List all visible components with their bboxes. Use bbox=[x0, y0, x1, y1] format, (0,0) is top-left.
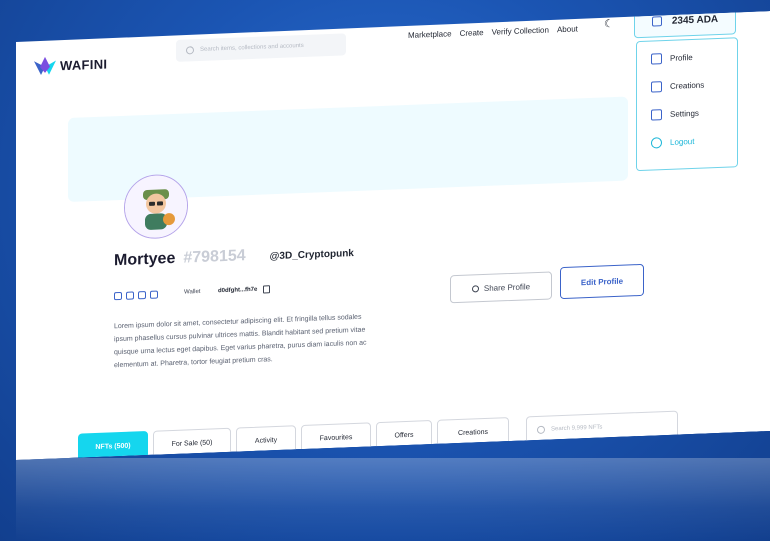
dropdown-item-settings[interactable]: Settings bbox=[651, 108, 699, 121]
nft-search-placeholder: Search 9,999 NFTs bbox=[551, 424, 603, 433]
tab-favourites[interactable]: Favourites bbox=[301, 422, 371, 453]
dropdown-item-logout[interactable]: Logout bbox=[651, 136, 694, 149]
youtube-icon[interactable] bbox=[126, 291, 134, 299]
profile-handle: @3D_Cryptopunk bbox=[269, 248, 354, 263]
profile-icon bbox=[651, 53, 662, 64]
dropdown-settings-label: Settings bbox=[670, 108, 699, 119]
social-links bbox=[114, 291, 158, 301]
search-input[interactable]: Search items, collections and accounts bbox=[176, 33, 346, 62]
twitter-icon[interactable] bbox=[114, 292, 122, 300]
wallet-icon bbox=[652, 16, 662, 26]
nav-marketplace[interactable]: Marketplace bbox=[408, 29, 452, 40]
nav-verify-collection[interactable]: Verify Collection bbox=[492, 26, 549, 37]
nav-create[interactable]: Create bbox=[460, 28, 484, 38]
tab-offers[interactable]: Offers bbox=[376, 420, 432, 450]
instagram-icon[interactable] bbox=[150, 291, 158, 299]
wallet-label: Wallet bbox=[184, 288, 201, 296]
tab-nfts[interactable]: NFTs (500) bbox=[78, 431, 148, 460]
logo[interactable]: WAFINI bbox=[34, 54, 107, 75]
avatar-image bbox=[125, 174, 187, 238]
wallet-address: d0dfght...fh7e bbox=[218, 286, 258, 295]
share-icon bbox=[472, 285, 479, 292]
tab-for-sale[interactable]: For Sale (50) bbox=[153, 428, 231, 459]
search-icon bbox=[537, 426, 545, 434]
top-nav: Marketplace Create Verify Collection Abo… bbox=[408, 24, 578, 40]
page-reflection bbox=[16, 458, 770, 541]
dropdown-item-profile[interactable]: Profile bbox=[651, 52, 693, 65]
avatar[interactable] bbox=[124, 173, 188, 239]
share-profile-button[interactable]: Share Profile bbox=[450, 271, 552, 303]
copy-icon[interactable] bbox=[263, 285, 270, 293]
profile-tabs: NFTs (500) For Sale (50) Activity Favour… bbox=[78, 417, 509, 460]
share-profile-label: Share Profile bbox=[483, 281, 531, 293]
palette-icon bbox=[651, 81, 662, 92]
stage: WAFINI Search items, collections and acc… bbox=[0, 0, 770, 541]
search-icon bbox=[186, 46, 194, 54]
moon-icon[interactable]: ☾ bbox=[604, 17, 614, 30]
nft-search-input[interactable]: Search 9,999 NFTs bbox=[526, 411, 678, 445]
wallet-balance: 2345 ADA bbox=[671, 13, 719, 27]
nav-about[interactable]: About bbox=[557, 24, 578, 34]
wallet-button[interactable]: 2345 ADA bbox=[634, 11, 736, 38]
edit-profile-button[interactable]: Edit Profile bbox=[560, 264, 644, 299]
dropdown-logout-label: Logout bbox=[670, 136, 695, 147]
profile-name-row: Mortyee #798154 @3D_Cryptopunk bbox=[114, 243, 354, 270]
dropdown-creations-label: Creations bbox=[670, 80, 705, 91]
discord-icon[interactable] bbox=[138, 291, 146, 299]
profile-dropdown: Profile Creations Settings Logout bbox=[636, 37, 738, 171]
gear-icon bbox=[651, 109, 662, 120]
dropdown-profile-label: Profile bbox=[670, 53, 693, 63]
logout-icon bbox=[651, 137, 662, 148]
search-placeholder: Search items, collections and accounts bbox=[200, 42, 304, 53]
page: WAFINI Search items, collections and acc… bbox=[16, 11, 770, 460]
logo-text: WAFINI bbox=[60, 55, 108, 73]
dropdown-item-creations[interactable]: Creations bbox=[651, 80, 704, 93]
logo-mark-icon bbox=[34, 56, 56, 75]
profile-id: #798154 bbox=[183, 247, 246, 267]
tab-creations[interactable]: Creations bbox=[437, 417, 509, 448]
tab-activity[interactable]: Activity bbox=[236, 425, 296, 455]
profile-bio: Lorem ipsum dolor sit amet, consectetur … bbox=[114, 313, 367, 370]
profile-name: Mortyee bbox=[114, 249, 176, 270]
